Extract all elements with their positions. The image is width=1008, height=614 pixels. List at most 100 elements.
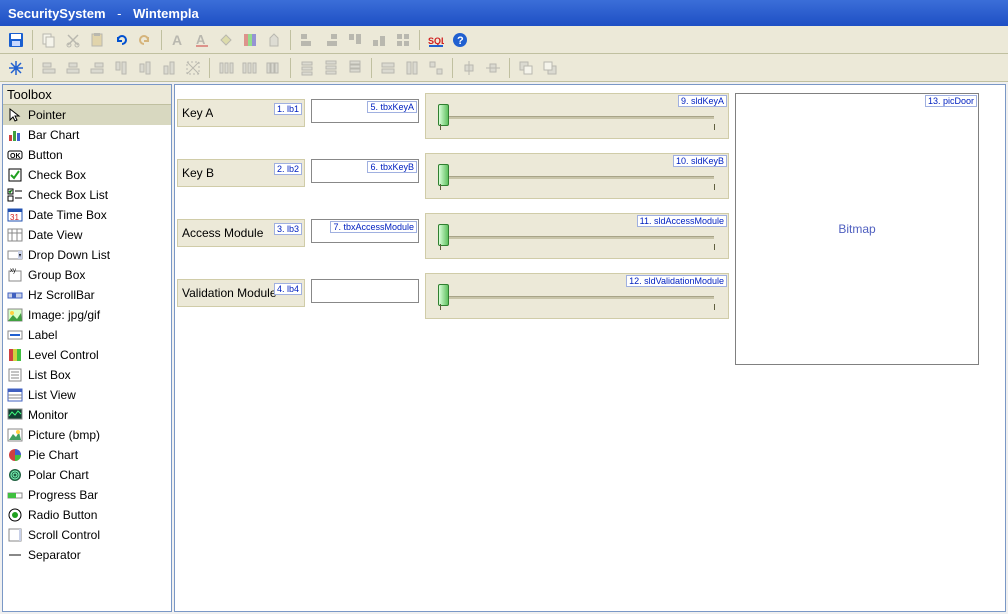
- control-tag: 3. lb3: [274, 223, 302, 235]
- dist-v2-icon[interactable]: [320, 57, 342, 79]
- design-label[interactable]: Key A1. lb1: [177, 99, 305, 127]
- height-same-icon[interactable]: [401, 57, 423, 79]
- select-all-icon[interactable]: [182, 57, 204, 79]
- center-h-icon[interactable]: [458, 57, 480, 79]
- toolbox-item-piechart[interactable]: Pie Chart: [3, 445, 171, 465]
- design-textbox[interactable]: 6. tbxKeyB: [311, 159, 419, 183]
- slider-thumb[interactable]: [438, 224, 449, 246]
- align-l2-icon[interactable]: [38, 57, 60, 79]
- align-m2-icon[interactable]: [134, 57, 156, 79]
- toolbox-item-listbox[interactable]: List Box: [3, 365, 171, 385]
- align-c2-icon[interactable]: [62, 57, 84, 79]
- dist-h3-icon[interactable]: [263, 57, 285, 79]
- toolbox-item-dropdown[interactable]: Drop Down List: [3, 245, 171, 265]
- picture-icon: [6, 427, 24, 443]
- design-surface[interactable]: Key A1. lb1 Key B2. lb2 Access Module3. lb…: [174, 84, 1006, 612]
- toolbox-item-label: Date View: [28, 228, 82, 242]
- toolbox-item-polar[interactable]: Polar Chart: [3, 465, 171, 485]
- align-b2-icon[interactable]: [158, 57, 180, 79]
- design-textbox[interactable]: 7. tbxAccessModule: [311, 219, 419, 243]
- design-textbox[interactable]: [311, 279, 419, 303]
- undo-icon[interactable]: [110, 29, 132, 51]
- cut-icon[interactable]: [62, 29, 84, 51]
- toolbox-item-listview[interactable]: List View: [3, 385, 171, 405]
- toolbox-item-monitor[interactable]: Monitor: [3, 405, 171, 425]
- style-icon[interactable]: [263, 29, 285, 51]
- control-tag: 9. sldKeyA: [678, 95, 727, 107]
- svg-text:OK: OK: [10, 153, 21, 160]
- label-text: Validation Module: [182, 286, 277, 300]
- toolbox-title: Toolbox: [3, 85, 171, 105]
- toolbox-item-label: Hz ScrollBar: [28, 288, 95, 302]
- toolbox-list: Pointer Bar Chart OKButtonCheck BoxCheck B…: [3, 105, 171, 611]
- toolbox-item-label: Radio Button: [28, 508, 97, 522]
- toolbox-item-checkboxlist[interactable]: Check Box List: [3, 185, 171, 205]
- size-same-icon[interactable]: [425, 57, 447, 79]
- toolbox-item-radio[interactable]: Radio Button: [3, 505, 171, 525]
- design-slider[interactable]: 10. sldKeyB: [425, 153, 729, 199]
- font-color-icon[interactable]: A: [191, 29, 213, 51]
- dist-v3-icon[interactable]: [344, 57, 366, 79]
- toolbox-item-progress[interactable]: Progress Bar: [3, 485, 171, 505]
- sql-icon[interactable]: SQL: [425, 29, 447, 51]
- copy-group-icon[interactable]: [392, 29, 414, 51]
- toolbox-item-button[interactable]: OKButton: [3, 145, 171, 165]
- checkboxlist-icon: [6, 187, 24, 203]
- toolbox-item-scroll[interactable]: Scroll Control: [3, 525, 171, 545]
- design-slider[interactable]: 12. sldValidationModule: [425, 273, 729, 319]
- toolbox-item-picture[interactable]: Picture (bmp): [3, 425, 171, 445]
- design-picture[interactable]: 13. picDoorBitmap: [735, 93, 979, 365]
- toolbar-row-1: A A SQL ?: [0, 26, 1008, 54]
- palette-icon[interactable]: [239, 29, 261, 51]
- align-r2-icon[interactable]: [86, 57, 108, 79]
- design-label[interactable]: Key B2. lb2: [177, 159, 305, 187]
- polar-icon: [6, 467, 24, 483]
- align-t2-icon[interactable]: [110, 57, 132, 79]
- design-label[interactable]: Validation Module4. lb4: [177, 279, 305, 307]
- design-label[interactable]: Access Module3. lb3: [177, 219, 305, 247]
- toolbox-item-level[interactable]: Level Control: [3, 345, 171, 365]
- toolbox-item-label: Bar Chart: [28, 128, 79, 142]
- design-textbox[interactable]: 5. tbxKeyA: [311, 99, 419, 123]
- toolbox-item-barchart[interactable]: Bar Chart: [3, 125, 171, 145]
- design-slider[interactable]: 11. sldAccessModule: [425, 213, 729, 259]
- monitor-icon: [6, 407, 24, 423]
- groupbox-icon: xy: [6, 267, 24, 283]
- send-back-icon[interactable]: [539, 57, 561, 79]
- toolbox-item-datetime[interactable]: 31Date Time Box: [3, 205, 171, 225]
- piechart-icon: [6, 447, 24, 463]
- help-icon[interactable]: ?: [449, 29, 471, 51]
- width-same-icon[interactable]: [377, 57, 399, 79]
- dist-h2-icon[interactable]: [239, 57, 261, 79]
- slider-thumb[interactable]: [438, 164, 449, 186]
- dist-v1-icon[interactable]: [296, 57, 318, 79]
- fill-icon[interactable]: [215, 29, 237, 51]
- toolbox-item-separator[interactable]: Separator: [3, 545, 171, 565]
- toolbox-item-label: List View: [28, 388, 76, 402]
- slider-thumb[interactable]: [438, 284, 449, 306]
- redo-icon[interactable]: [134, 29, 156, 51]
- save-icon[interactable]: [5, 29, 27, 51]
- toolbox-item-image[interactable]: Image: jpg/gif: [3, 305, 171, 325]
- slider-thumb[interactable]: [438, 104, 449, 126]
- dist-h1-icon[interactable]: [215, 57, 237, 79]
- toolbox-item-checkbox[interactable]: Check Box: [3, 165, 171, 185]
- toolbox-item-hzscroll[interactable]: Hz ScrollBar: [3, 285, 171, 305]
- toolbox-item-label[interactable]: Label: [3, 325, 171, 345]
- toolbox-item-dateview[interactable]: Date View: [3, 225, 171, 245]
- toolbox-item-pointer[interactable]: Pointer: [3, 105, 171, 125]
- toolbox-panel: Toolbox PointerBar ChartOKButtonCheck Bo…: [2, 84, 172, 612]
- toolbox-item-groupbox[interactable]: xyGroup Box: [3, 265, 171, 285]
- align-top-icon[interactable]: [344, 29, 366, 51]
- align-left-icon[interactable]: [296, 29, 318, 51]
- copy-icon[interactable]: [38, 29, 60, 51]
- align-bottom-icon[interactable]: [368, 29, 390, 51]
- design-slider[interactable]: 9. sldKeyA: [425, 93, 729, 139]
- align-right-icon[interactable]: [320, 29, 342, 51]
- toolbox-item-label: Image: jpg/gif: [28, 308, 100, 322]
- center-v-icon[interactable]: [482, 57, 504, 79]
- snowflake-icon[interactable]: [5, 57, 27, 79]
- bring-front-icon[interactable]: [515, 57, 537, 79]
- paste-icon[interactable]: [86, 29, 108, 51]
- font-bold-icon[interactable]: A: [167, 29, 189, 51]
